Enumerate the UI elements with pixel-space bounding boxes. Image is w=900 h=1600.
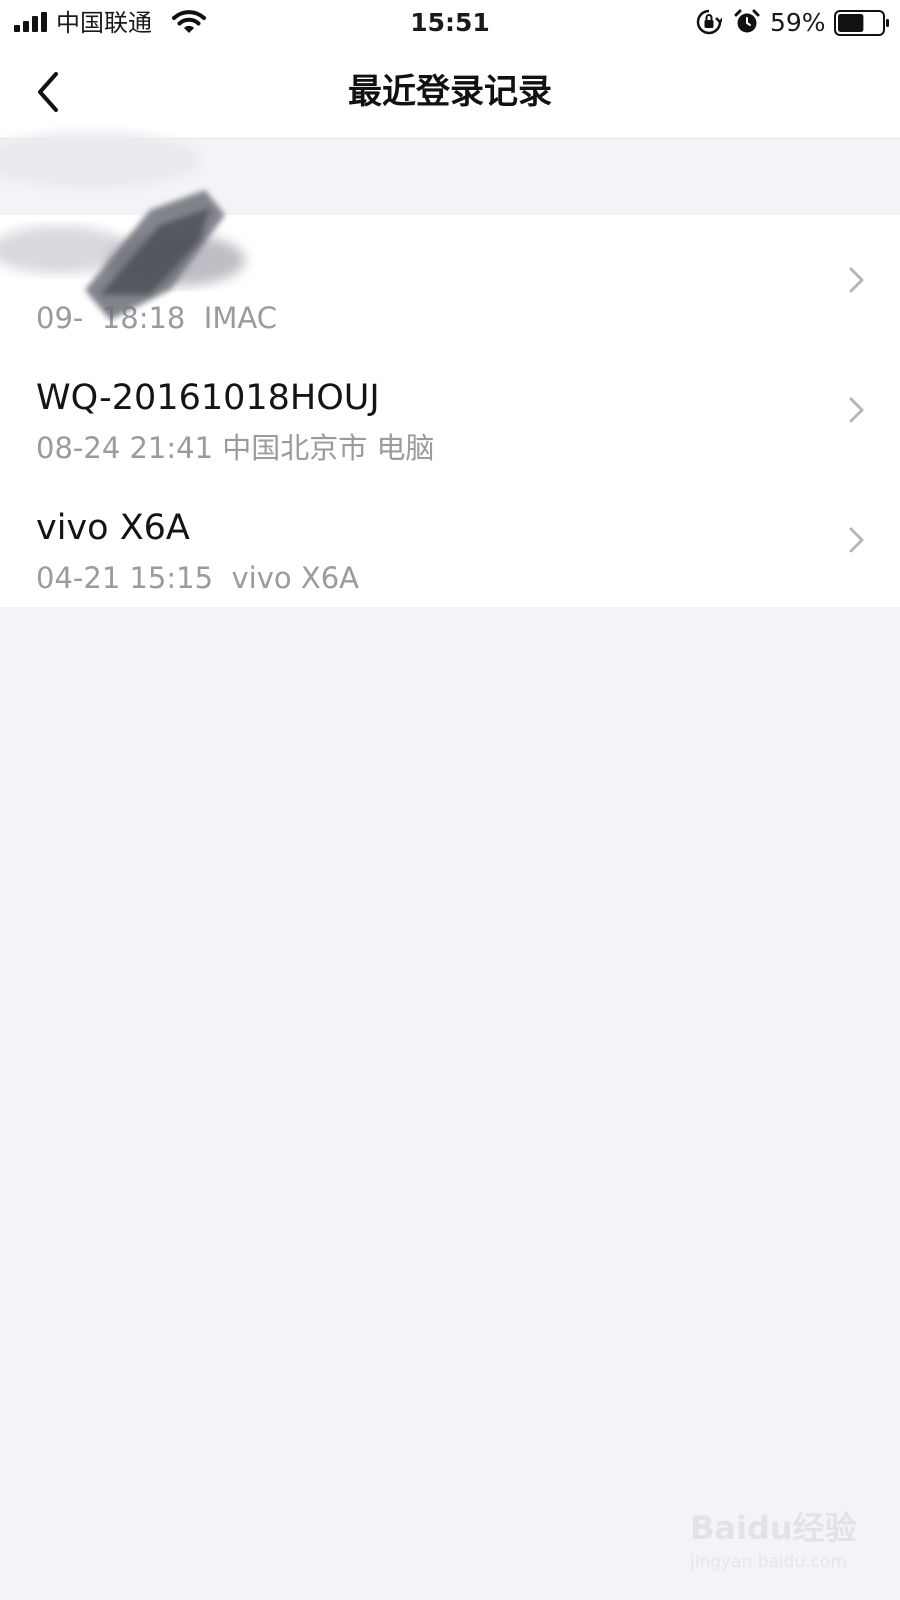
login-record-item[interactable]: 09- 18:18 IMAC	[0, 215, 900, 345]
chevron-right-icon	[849, 397, 864, 423]
device-name: vivo X6A	[36, 508, 190, 548]
rotation-lock-icon	[696, 9, 722, 35]
login-record-item[interactable]: WQ-20161018HOUJ 08-24 21:41 中国北京市 电脑	[0, 345, 900, 475]
page-title: 最近登录记录	[348, 72, 552, 112]
chevron-right-icon	[849, 527, 864, 553]
login-details: 09- 18:18 IMAC	[36, 301, 277, 335]
login-details: 04-21 15:15 vivo X6A	[36, 561, 359, 595]
watermark-url: jingyan.baidu.com	[690, 1552, 847, 1572]
watermark-text: Baidu经验	[690, 1509, 857, 1547]
alarm-icon	[734, 9, 760, 33]
login-record-item[interactable]: vivo X6A 04-21 15:15 vivo X6A	[0, 475, 900, 605]
clock-time: 15:51	[410, 8, 490, 37]
navigation-bar: 最近登录记录	[0, 46, 900, 139]
watermark-logo: Baidu经验 jingyan.baidu.com	[690, 1508, 870, 1578]
battery-percent: 59%	[770, 8, 826, 37]
login-details: 08-24 21:41 中国北京市 电脑	[36, 431, 435, 465]
login-record-list: 09- 18:18 IMAC WQ-20161018HOUJ 08-24 21:…	[0, 215, 900, 607]
status-bar: 中国联通 15:51 59%	[0, 0, 900, 46]
device-name: WQ-20161018HOUJ	[36, 378, 380, 418]
battery-icon	[834, 10, 889, 36]
chevron-right-icon	[849, 267, 864, 293]
